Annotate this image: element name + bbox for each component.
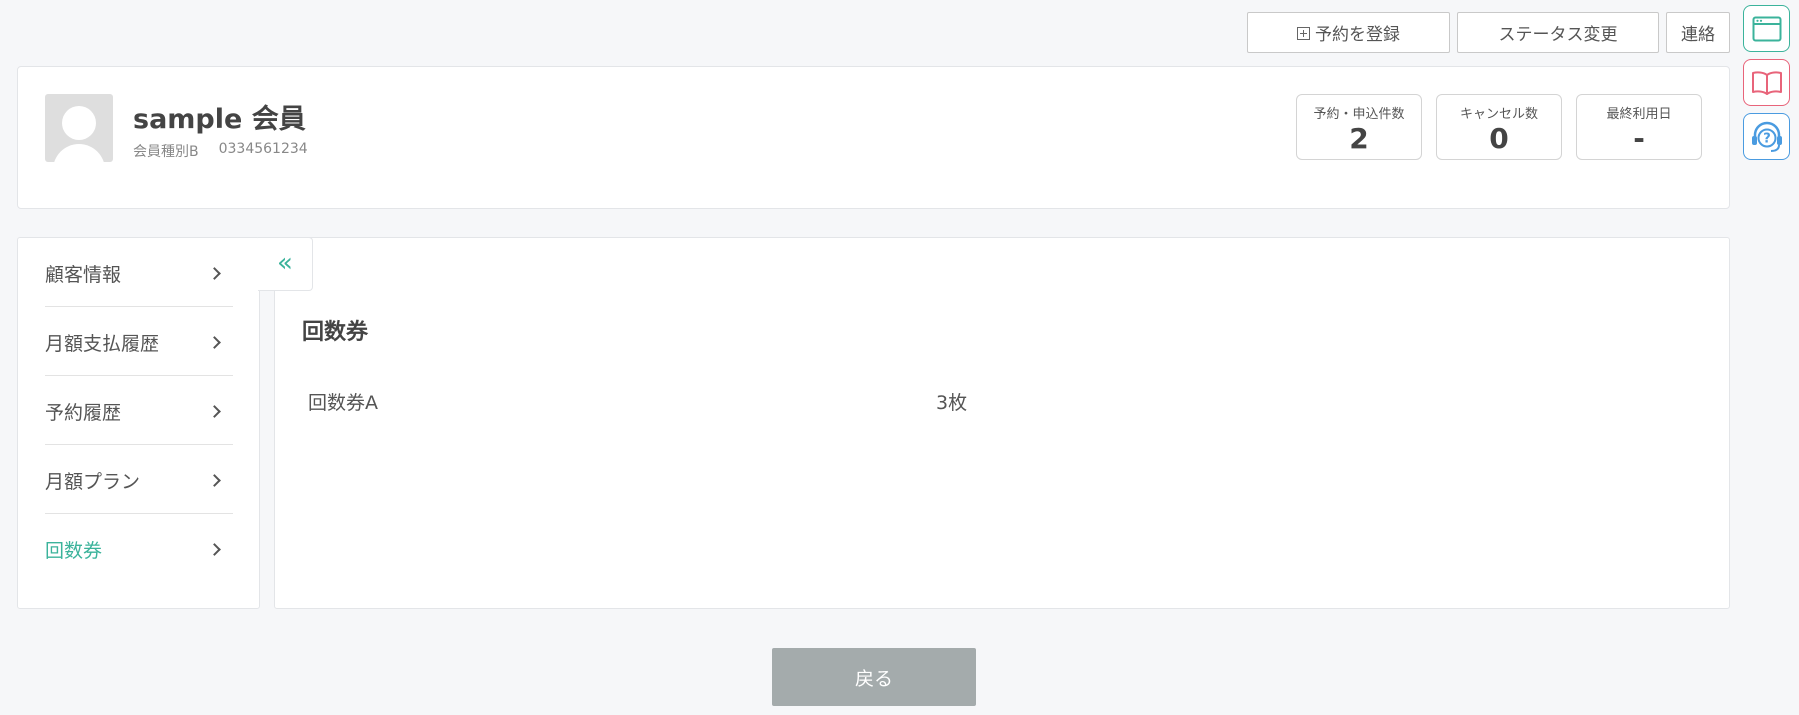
book-icon: [1751, 70, 1782, 95]
stat-value: 0: [1489, 122, 1509, 155]
side-nav: 顧客情報 月額支払履歴 予約履歴 月額プラン 回数券: [17, 237, 260, 609]
stat-label: 予約・申込件数: [1313, 107, 1405, 122]
nav-item-label: 回数券: [45, 540, 103, 562]
back-button-label: 戻る: [854, 668, 893, 690]
nav-item-label: 月額支払履歴: [45, 332, 160, 355]
member-meta: 会員種別B 0334561234: [133, 141, 308, 161]
nav-item-monthly-plan[interactable]: 月額プラン: [45, 445, 233, 514]
collapse-nav-button[interactable]: «: [258, 237, 313, 291]
window-icon: [1752, 16, 1781, 41]
double-chevron-left-icon: «: [277, 248, 293, 278]
nav-item-reservation-history[interactable]: 予約履歴: [45, 376, 233, 445]
profile-card: sample 会員 会員種別B 0334561234 予約・申込件数 2 キャン…: [17, 66, 1730, 209]
section-title: 回数券: [302, 320, 369, 345]
chevron-right-icon: [208, 473, 221, 487]
stat-label: 最終利用日: [1606, 107, 1672, 122]
manual-tool-button[interactable]: [1743, 59, 1790, 106]
ticket-count: 3枚: [936, 392, 968, 414]
stat-last-used: 最終利用日 -: [1576, 94, 1702, 160]
contact-label: 連絡: [1681, 25, 1715, 44]
reserve-button[interactable]: 予約を登録: [1247, 12, 1450, 53]
stat-value: -: [1633, 122, 1645, 155]
member-type: 会員種別B: [133, 144, 199, 160]
reserve-button-label: 予約を登録: [1315, 25, 1400, 44]
help-headset-icon: ?: [1751, 121, 1782, 152]
side-tools: ?: [1743, 5, 1790, 160]
stat-reservations: 予約・申込件数 2: [1296, 94, 1422, 160]
status-change-label: ステータス変更: [1498, 25, 1618, 44]
svg-text:?: ?: [1763, 131, 1771, 146]
stat-value: 2: [1349, 122, 1369, 155]
nav-item-label: 顧客情報: [45, 263, 122, 286]
contact-button[interactable]: 連絡: [1666, 12, 1730, 53]
stat-label: キャンセル数: [1459, 107, 1538, 122]
nav-list: 顧客情報 月額支払履歴 予約履歴 月額プラン 回数券: [45, 238, 233, 583]
avatar: [45, 94, 113, 162]
chevron-right-icon: [208, 543, 221, 556]
member-phone: 0334561234: [218, 141, 308, 157]
nav-item-monthly-payments[interactable]: 月額支払履歴: [45, 307, 233, 376]
chevron-right-icon: [208, 335, 221, 349]
main-panel: 回数券 回数券A 3枚: [274, 237, 1730, 609]
status-change-button[interactable]: ステータス変更: [1457, 12, 1659, 53]
back-button[interactable]: 戻る: [772, 648, 976, 706]
avatar-body: [53, 144, 105, 162]
top-actions: 予約を登録 ステータス変更 連絡: [1247, 12, 1730, 53]
nav-item-customer-info[interactable]: 顧客情報: [45, 238, 233, 307]
nav-item-label: 月額プラン: [45, 470, 141, 493]
member-name: sample 会員: [133, 104, 306, 135]
stats: 予約・申込件数 2 キャンセル数 0 最終利用日 -: [1296, 94, 1702, 160]
nav-item-label: 予約履歴: [45, 401, 122, 424]
ticket-name: 回数券A: [308, 392, 378, 414]
help-tool-button[interactable]: ?: [1743, 113, 1790, 160]
plus-box-icon: [1297, 27, 1310, 40]
stat-cancellations: キャンセル数 0: [1436, 94, 1562, 160]
chevron-right-icon: [208, 404, 221, 418]
chevron-right-icon: [208, 266, 221, 280]
nav-item-tickets[interactable]: 回数券: [45, 514, 233, 583]
avatar-head: [62, 106, 96, 140]
ticket-row: 回数券A 3枚: [308, 388, 1308, 415]
window-tool-button[interactable]: [1743, 5, 1790, 52]
